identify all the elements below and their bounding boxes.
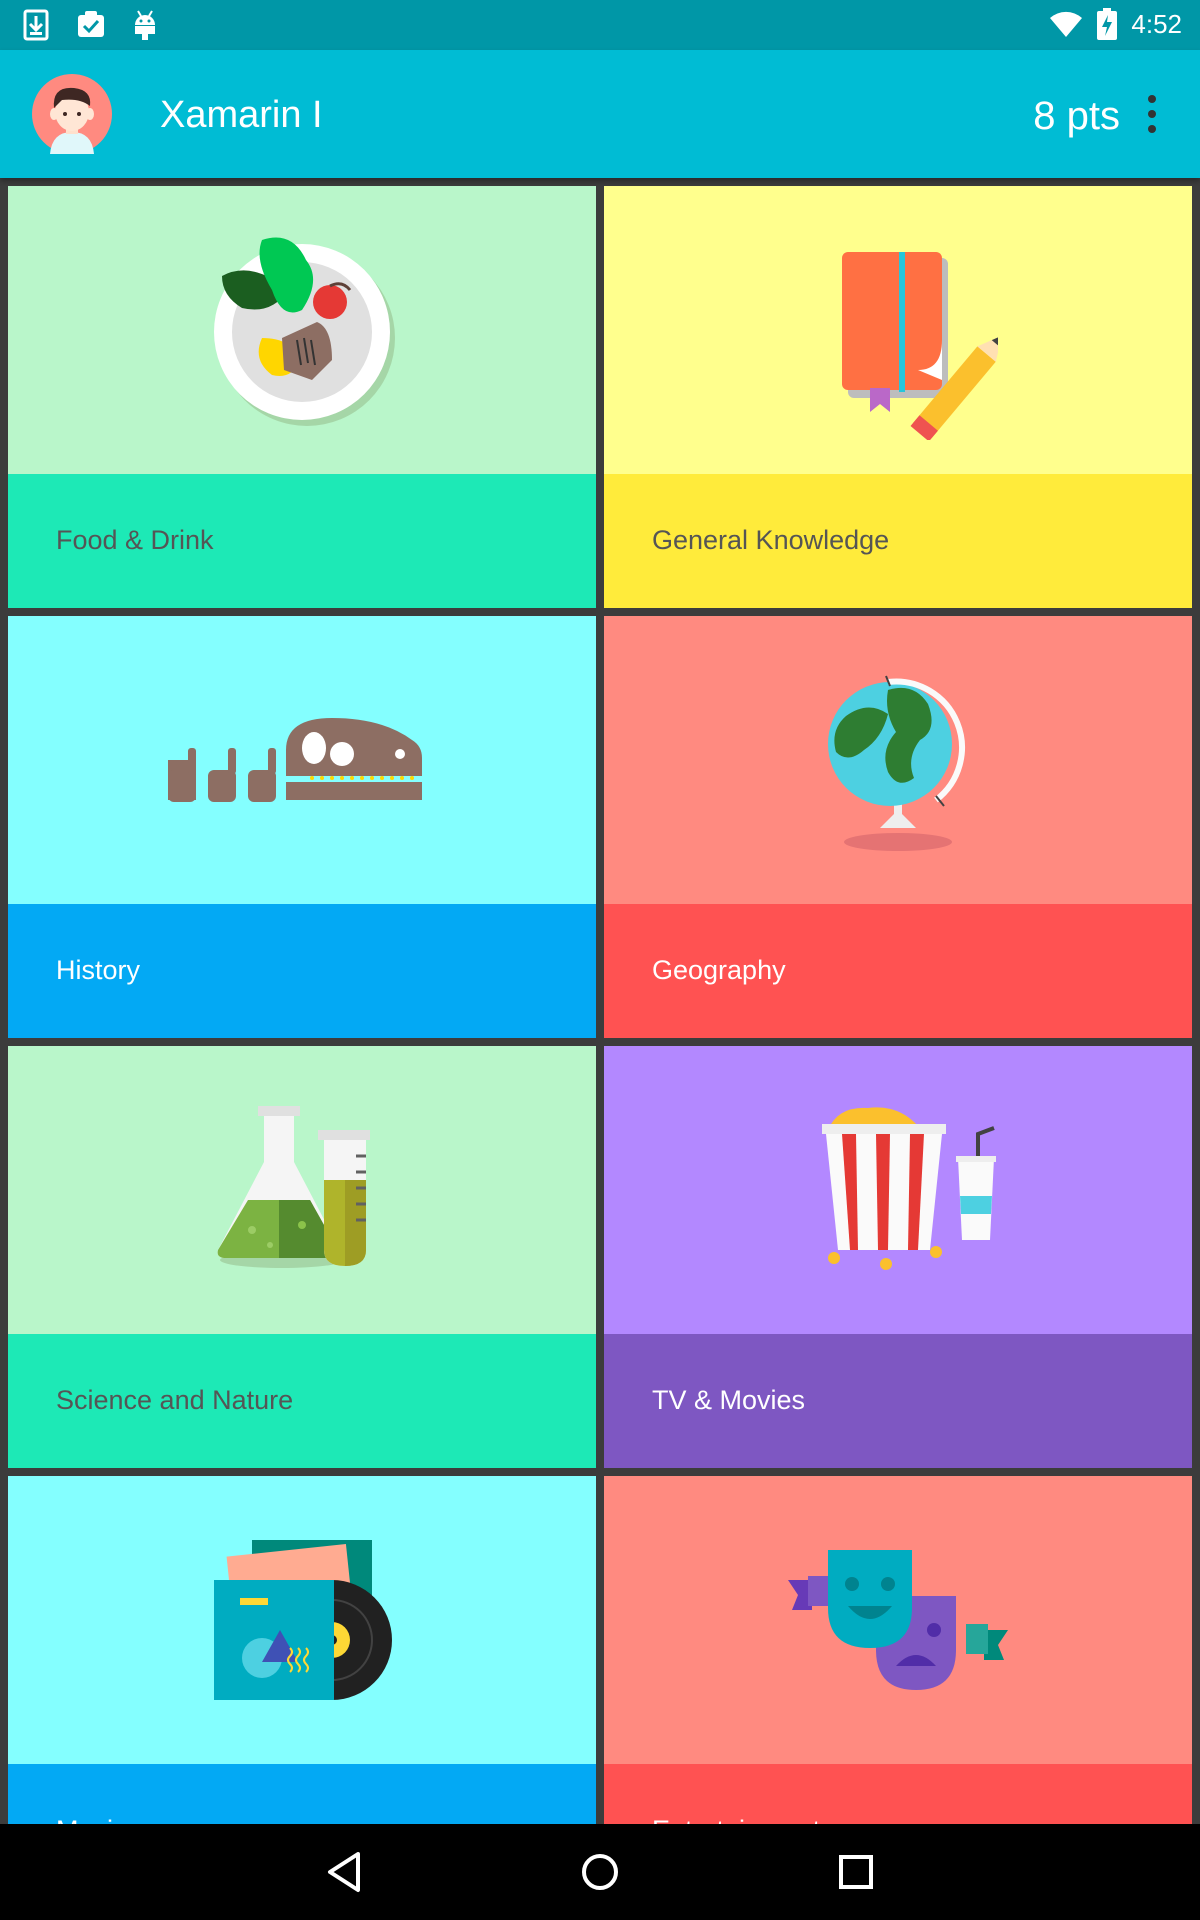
recents-icon[interactable] xyxy=(832,1848,880,1896)
category-grid: Food & Drink General Knowledge History G… xyxy=(0,178,1200,1824)
category-label: TV & Movies xyxy=(652,1385,806,1415)
android-icon xyxy=(135,10,155,40)
app-bar: Xamarin I 8 pts xyxy=(0,50,1200,178)
tile-label-bar: Entertainment xyxy=(604,1764,1192,1824)
popcorn-icon xyxy=(822,1107,996,1270)
wifi-icon xyxy=(1050,11,1083,38)
book-pencil-icon xyxy=(842,252,998,440)
vinyl-record-icon xyxy=(214,1540,392,1700)
tile-art xyxy=(8,1476,596,1764)
tile-label-bar: Food & Drink xyxy=(8,474,596,608)
category-tile-food-drink[interactable]: Food & Drink xyxy=(8,186,596,608)
theater-masks-icon xyxy=(788,1550,1008,1690)
tile-label-bar: Science and Nature xyxy=(8,1334,596,1468)
download-icon xyxy=(23,9,49,41)
tile-art xyxy=(8,1046,596,1334)
avatar[interactable] xyxy=(32,74,112,154)
category-label: Science and Nature xyxy=(56,1385,294,1415)
category-tile-tv-movies[interactable]: TV & Movies xyxy=(604,1046,1192,1468)
lab-flask-icon xyxy=(217,1106,370,1268)
category-label: History xyxy=(56,955,141,985)
category-label: Music xyxy=(56,1815,127,1824)
tile-label-bar: General Knowledge xyxy=(604,474,1192,608)
dinosaur-fossil-icon xyxy=(168,718,422,802)
tile-art xyxy=(8,186,596,474)
category-label: General Knowledge xyxy=(652,525,890,555)
category-tile-music[interactable]: Music xyxy=(8,1476,596,1824)
tile-art xyxy=(604,1046,1192,1334)
tile-art xyxy=(604,1476,1192,1764)
clipboard-check-icon xyxy=(78,11,104,37)
status-time: 4:52 xyxy=(1131,8,1182,39)
tile-art xyxy=(604,616,1192,904)
tile-label-bar: History xyxy=(8,904,596,1038)
tile-art xyxy=(8,616,596,904)
category-label: Food & Drink xyxy=(56,525,214,555)
food-plate-icon xyxy=(214,237,395,426)
status-bar: 4:52 xyxy=(0,0,1200,50)
tile-label-bar: Geography xyxy=(604,904,1192,1038)
globe-icon xyxy=(828,675,965,851)
category-tile-science-nature[interactable]: Science and Nature xyxy=(8,1046,596,1468)
category-tile-geography[interactable]: Geography xyxy=(604,616,1192,1038)
category-tile-entertainment[interactable]: Entertainment xyxy=(604,1476,1192,1824)
points-counter: 8 pts xyxy=(1033,94,1120,138)
navigation-bar xyxy=(0,1824,1200,1920)
user-name: Xamarin I xyxy=(160,94,323,136)
tile-label-bar: Music xyxy=(8,1764,596,1824)
more-options-icon[interactable] xyxy=(1144,94,1160,134)
tile-label-bar: TV & Movies xyxy=(604,1334,1192,1468)
category-label: Geography xyxy=(652,955,786,985)
category-tile-history[interactable]: History xyxy=(8,616,596,1038)
battery-charging-icon xyxy=(1097,8,1118,40)
category-tile-general-knowledge[interactable]: General Knowledge xyxy=(604,186,1192,608)
home-icon[interactable] xyxy=(576,1848,624,1896)
back-icon[interactable] xyxy=(320,1848,368,1896)
tile-art xyxy=(604,186,1192,474)
category-label: Entertainment xyxy=(652,1815,820,1824)
